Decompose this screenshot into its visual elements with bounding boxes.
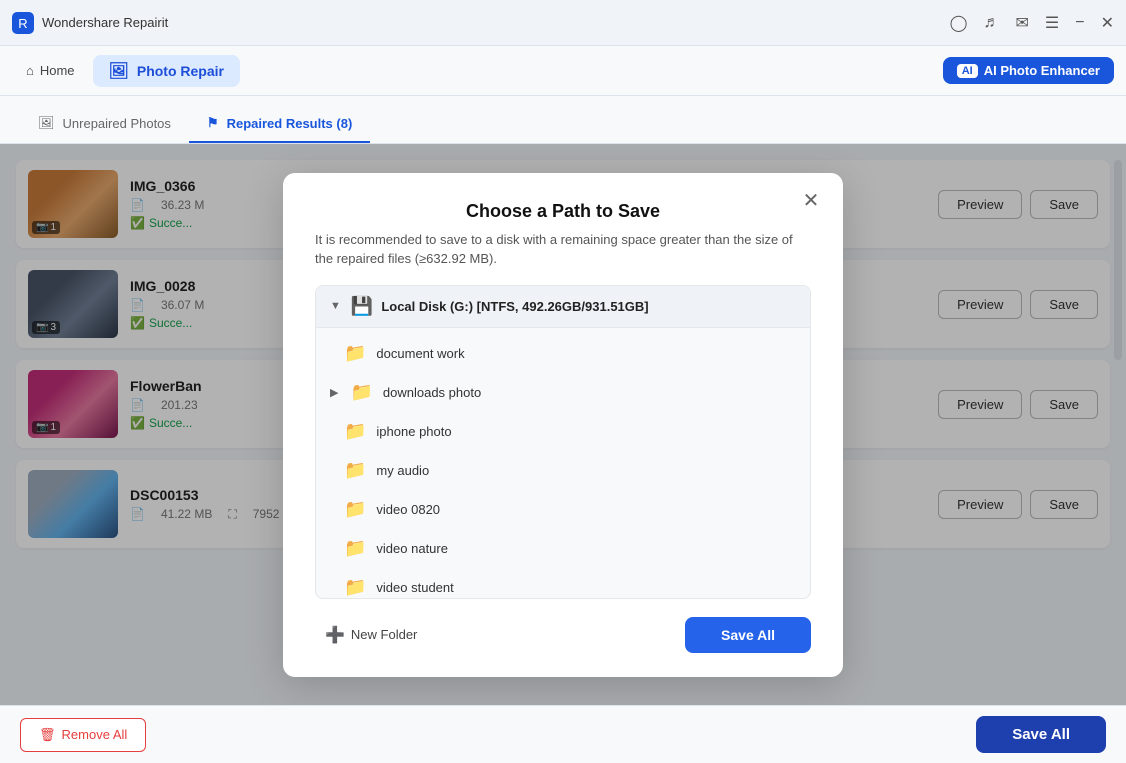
tab-unrepaired-label: Unrepaired Photos <box>63 116 171 131</box>
folder-icon: 📁 <box>344 421 366 442</box>
dialog-close-button[interactable]: ✕ <box>797 187 825 215</box>
repaired-icon: ⚑ <box>207 115 219 131</box>
save-all-bottom-label: Save All <box>1012 726 1070 743</box>
app-name: Wondershare Repairit <box>42 15 950 30</box>
dialog-title: Choose a Path to Save <box>315 201 811 222</box>
folder-name: document work <box>376 346 464 361</box>
folder-icon: 📁 <box>350 382 372 403</box>
new-folder-icon: ➕ <box>325 625 345 645</box>
chevron-right-icon: ▶ <box>330 386 338 399</box>
close-icon[interactable]: ✕ <box>1101 13 1114 33</box>
tab-repaired[interactable]: ⚑ Repaired Results (8) <box>189 105 370 143</box>
save-all-label: Save All <box>721 627 775 643</box>
disk-root[interactable]: ▼ 💾 Local Disk (G:) [NTFS, 492.26GB/931.… <box>316 286 810 328</box>
menu-icon[interactable]: ☰ <box>1045 13 1059 33</box>
folder-icon: 📁 <box>344 499 366 520</box>
dialog-footer: ➕ New Folder Save All <box>315 617 811 653</box>
list-item[interactable]: ▶ 📁 downloads photo <box>316 373 810 412</box>
new-folder-button[interactable]: ➕ New Folder <box>315 619 427 651</box>
svg-text:R: R <box>18 16 27 31</box>
folder-name: video student <box>376 580 453 595</box>
list-item[interactable]: 📁 video student <box>316 568 810 598</box>
bottom-bar: 🗑 Remove All Save All <box>0 705 1126 763</box>
photo-repair-tab[interactable]: 🖼 Photo Repair <box>93 55 240 87</box>
minimize-icon[interactable]: − <box>1075 14 1084 32</box>
home-icon: ⌂ <box>26 63 34 78</box>
list-item[interactable]: 📁 video 0820 <box>316 490 810 529</box>
headphone-icon[interactable]: ♬ <box>984 14 1000 32</box>
app-logo: R <box>12 12 34 34</box>
unrepaired-icon: 🖼 <box>38 115 55 131</box>
list-item[interactable]: 📁 video nature <box>316 529 810 568</box>
user-icon[interactable]: ◯ <box>950 13 968 33</box>
folder-name: iphone photo <box>376 424 451 439</box>
ai-enhancer-button[interactable]: AI AI Photo Enhancer <box>943 57 1114 84</box>
disk-icon: 💾 <box>351 296 373 317</box>
save-all-button[interactable]: Save All <box>976 716 1106 753</box>
list-item[interactable]: 📁 iphone photo <box>316 412 810 451</box>
trash-icon: 🗑 <box>39 727 56 743</box>
dialog-overlay: ✕ Choose a Path to Save It is recommende… <box>0 144 1126 705</box>
tabs-bar: 🖼 Unrepaired Photos ⚑ Repaired Results (… <box>0 96 1126 144</box>
title-bar-actions: ◯ ♬ ✉ ☰ − ✕ <box>950 13 1114 33</box>
ai-icon: AI <box>957 64 978 78</box>
remove-all-button[interactable]: 🗑 Remove All <box>20 718 146 752</box>
photo-repair-icon: 🖼 <box>109 61 129 81</box>
folder-icon: 📁 <box>344 343 366 364</box>
list-item[interactable]: 📁 document work <box>316 334 810 373</box>
folder-name: downloads photo <box>383 385 481 400</box>
folder-tree: ▼ 💾 Local Disk (G:) [NTFS, 492.26GB/931.… <box>315 285 811 599</box>
save-all-dialog-button[interactable]: Save All <box>685 617 811 653</box>
folder-name: video nature <box>376 541 448 556</box>
tab-unrepaired[interactable]: 🖼 Unrepaired Photos <box>20 105 189 143</box>
photo-repair-label: Photo Repair <box>137 63 224 79</box>
chat-icon[interactable]: ✉ <box>1016 13 1029 33</box>
disk-label: Local Disk (G:) [NTFS, 492.26GB/931.51GB… <box>381 299 648 314</box>
home-label: Home <box>40 63 75 78</box>
main-area: 📷1 IMG_0366 📄 36.23 M ✅ Succe... Preview… <box>0 144 1126 705</box>
folder-name: my audio <box>376 463 429 478</box>
title-bar: R Wondershare Repairit ◯ ♬ ✉ ☰ − ✕ <box>0 0 1126 46</box>
folder-icon: 📁 <box>344 538 366 559</box>
new-folder-label: New Folder <box>351 627 417 642</box>
folder-name: video 0820 <box>376 502 440 517</box>
folder-icon: 📁 <box>344 460 366 481</box>
home-button[interactable]: ⌂ Home <box>12 57 89 84</box>
dialog-description: It is recommended to save to a disk with… <box>315 230 811 269</box>
folder-icon: 📁 <box>344 577 366 598</box>
nav-bar: ⌂ Home 🖼 Photo Repair AI AI Photo Enhanc… <box>0 46 1126 96</box>
chevron-down-icon: ▼ <box>330 300 341 312</box>
ai-label: AI Photo Enhancer <box>984 63 1100 78</box>
save-path-dialog: ✕ Choose a Path to Save It is recommende… <box>283 173 843 677</box>
tab-repaired-label: Repaired Results (8) <box>227 116 353 131</box>
list-item[interactable]: 📁 my audio <box>316 451 810 490</box>
folder-list: 📁 document work ▶ 📁 downloads photo 📁 ip… <box>316 328 810 598</box>
remove-all-label: Remove All <box>62 727 128 742</box>
